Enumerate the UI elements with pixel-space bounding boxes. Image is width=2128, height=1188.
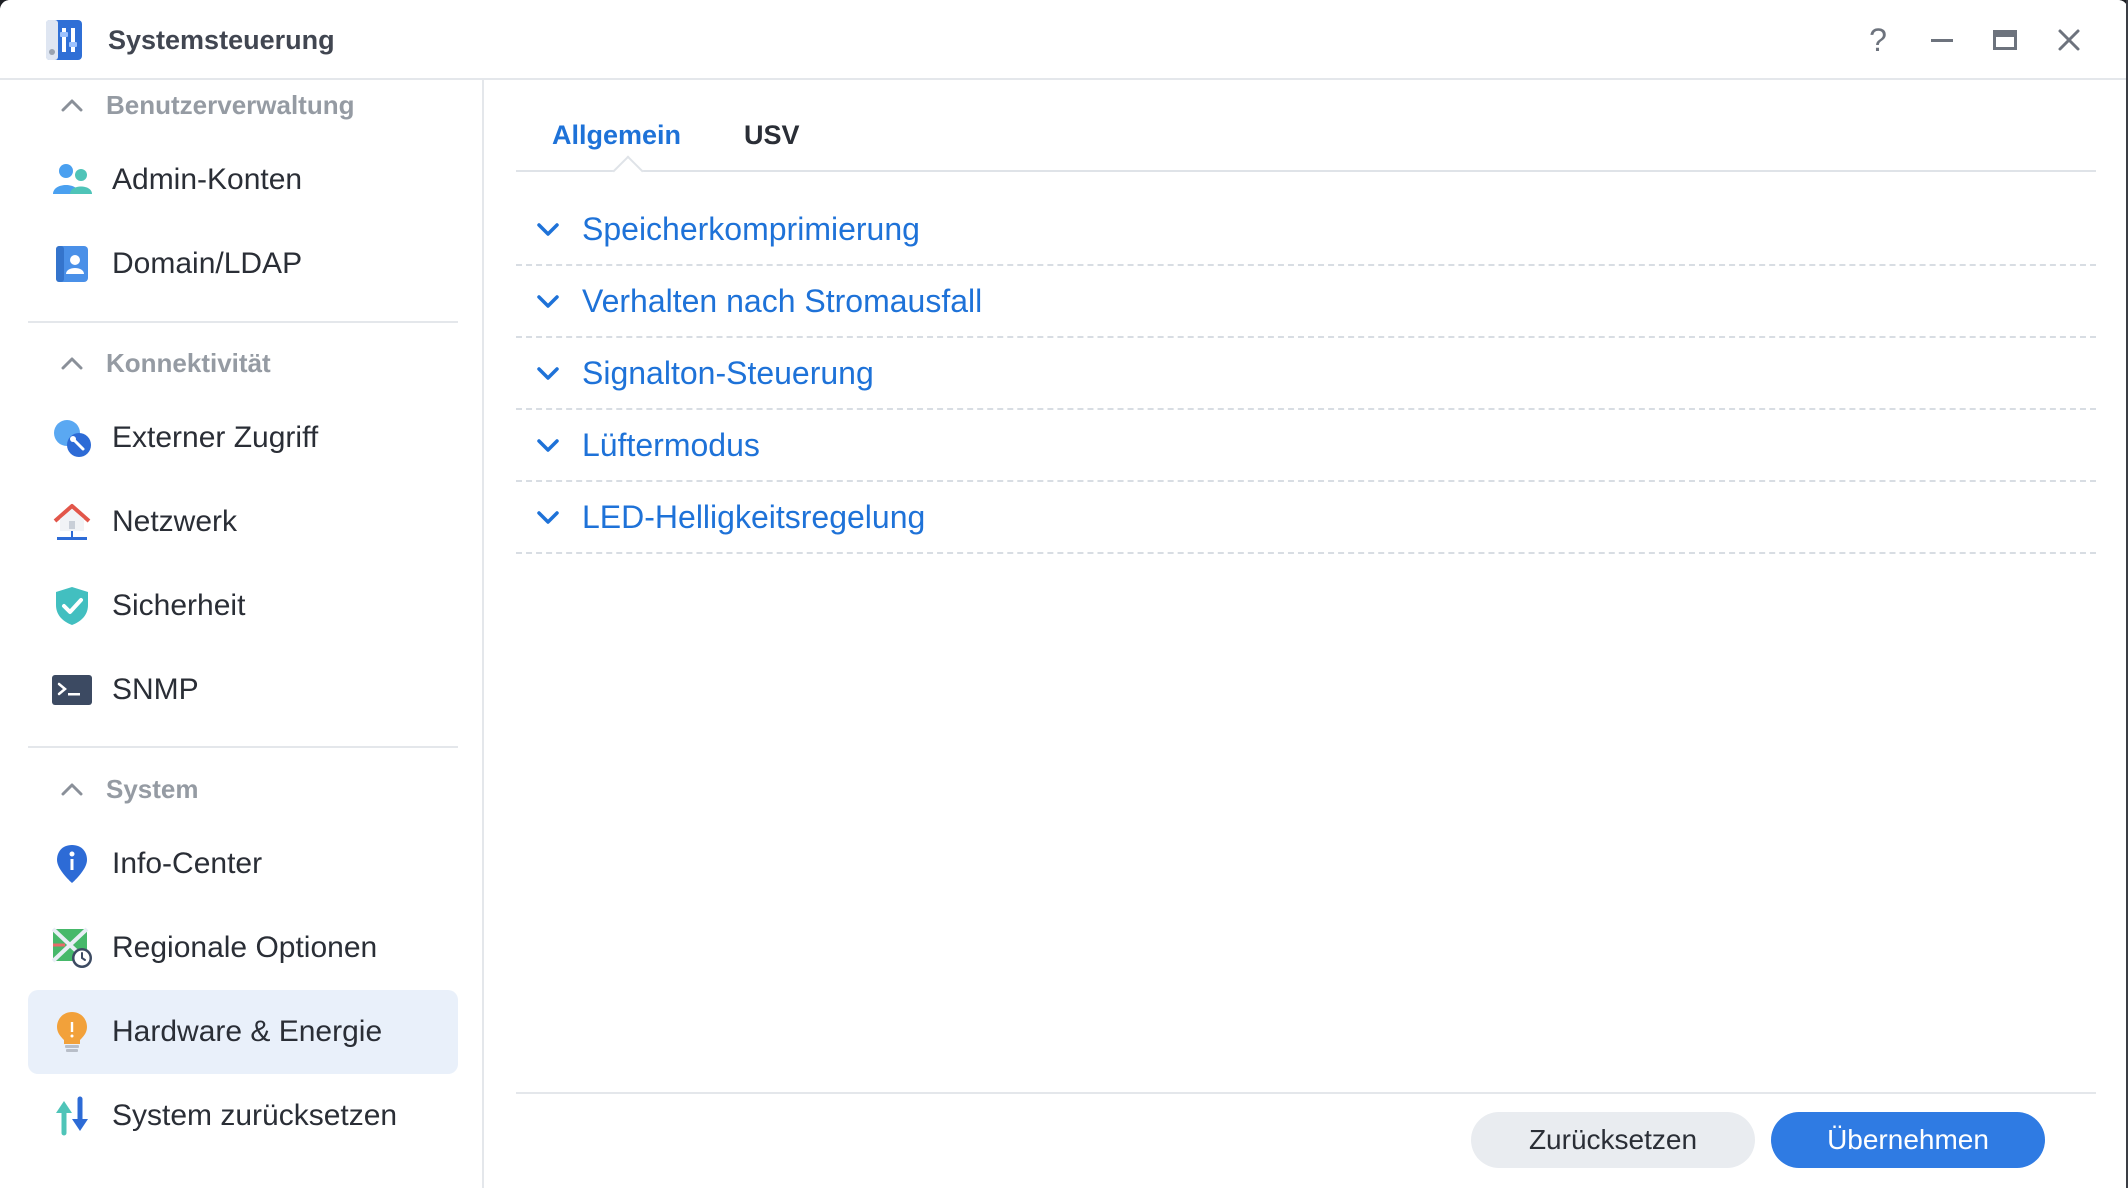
sidebar-item-label: Sicherheit <box>112 589 246 622</box>
accordion-label: Signalton-Steuerung <box>582 354 874 391</box>
sidebar-item-label: System zurücksetzen <box>112 1099 398 1132</box>
sidebar-item-label: Domain/LDAP <box>112 247 303 280</box>
title-bar: Systemsteuerung ? <box>0 0 2128 80</box>
section-label: System <box>106 773 199 804</box>
sidebar-item-info-center[interactable]: Info-Center <box>28 822 458 906</box>
chevron-down-icon <box>528 281 568 321</box>
users-icon <box>50 158 94 202</box>
footer-divider <box>516 1092 2096 1094</box>
sidebar-item-netzwerk[interactable]: Netzwerk <box>28 480 458 564</box>
sidebar-item-domain-ldap[interactable]: Domain/LDAP <box>28 222 458 306</box>
sidebar-item-label: Netzwerk <box>112 505 238 538</box>
sidebar-item-label: Info-Center <box>112 847 263 880</box>
sidebar-item-externer-zugriff[interactable]: Externer Zugriff <box>28 396 458 480</box>
section-label: Benutzerverwaltung <box>106 89 355 120</box>
section-label: Konnektivität <box>106 347 271 378</box>
info-pin-icon <box>50 842 94 886</box>
accordion-speicherkomprimierung[interactable]: Speicherkomprimierung <box>516 194 2096 266</box>
chevron-down-icon <box>528 497 568 537</box>
chevron-down-icon <box>528 425 568 465</box>
close-icon[interactable] <box>2049 20 2089 60</box>
chevron-down-icon <box>528 353 568 393</box>
sidebar-divider <box>28 321 458 323</box>
active-tab-indicator <box>612 155 644 187</box>
accordion-label: Lüftermodus <box>582 426 760 463</box>
sidebar-item-label: Regionale Optionen <box>112 931 378 964</box>
network-house-icon <box>50 500 94 544</box>
lightbulb-icon <box>50 1010 94 1054</box>
tab-allgemein[interactable]: Allgemein <box>552 120 681 151</box>
reset-arrows-icon <box>50 1094 94 1138</box>
control-panel-icon <box>40 18 86 62</box>
minimize-icon[interactable] <box>1922 20 1962 60</box>
sidebar-item-snmp[interactable]: SNMP <box>28 648 458 732</box>
accordion-verhalten-nach-stromausfall[interactable]: Verhalten nach Stromausfall <box>516 266 2096 338</box>
sidebar-item-label: Hardware & Energie <box>112 1015 383 1048</box>
sidebar-item-hardware-energie[interactable]: Hardware & Energie <box>28 990 458 1074</box>
window-title: Systemsteuerung <box>108 25 335 55</box>
chevron-down-icon <box>528 209 568 249</box>
sidebar-item-admin-konten[interactable]: Admin-Konten <box>28 138 458 222</box>
sidebar-item-regionale-optionen[interactable]: Regionale Optionen <box>28 906 458 990</box>
map-clock-icon <box>50 926 94 970</box>
sidebar-item-label: SNMP <box>112 673 199 706</box>
sidebar-item-sicherheit[interactable]: Sicherheit <box>28 564 458 648</box>
apply-button[interactable]: Übernehmen <box>1771 1112 2045 1168</box>
shield-check-icon <box>50 584 94 628</box>
accordion-led-helligkeitsregelung[interactable]: LED-Helligkeitsregelung <box>516 482 2096 554</box>
chevron-up-icon <box>52 85 92 125</box>
chevron-up-icon <box>52 343 92 383</box>
sidebar: Benutzerverwaltung Admin-Konten Domain/L… <box>0 80 484 1188</box>
accordion-signalton-steuerung[interactable]: Signalton-Steuerung <box>516 338 2096 410</box>
sidebar-divider <box>28 746 458 748</box>
directory-icon <box>50 242 94 286</box>
reset-button[interactable]: Zurücksetzen <box>1471 1112 1755 1168</box>
tab-bar: Allgemein USV <box>516 80 2096 187</box>
chevron-up-icon <box>52 769 92 809</box>
main-content: Allgemein USV Speicherkomprimierung Verh… <box>486 80 2128 1188</box>
sidebar-item-label: Externer Zugriff <box>112 421 319 454</box>
control-panel-window: Systemsteuerung ? Benutzerverwaltung Adm… <box>0 0 2128 1188</box>
accordion-label: Speicherkomprimierung <box>582 210 920 247</box>
accordion-label: Verhalten nach Stromausfall <box>582 282 983 319</box>
section-system[interactable]: System <box>52 764 199 814</box>
sidebar-item-system-zuruecksetzen[interactable]: System zurücksetzen <box>28 1074 458 1158</box>
maximize-icon[interactable] <box>1985 20 2025 60</box>
sidebar-item-label: Admin-Konten <box>112 163 303 196</box>
section-benutzerverwaltung[interactable]: Benutzerverwaltung <box>52 80 355 130</box>
terminal-icon <box>50 668 94 712</box>
accordion-label: LED-Helligkeitsregelung <box>582 498 926 535</box>
section-konnektivitaet[interactable]: Konnektivität <box>52 338 271 388</box>
help-icon[interactable]: ? <box>1858 20 1898 60</box>
external-access-icon <box>50 416 94 460</box>
tab-usv[interactable]: USV <box>744 120 800 151</box>
accordion-lueftermodus[interactable]: Lüftermodus <box>516 410 2096 482</box>
